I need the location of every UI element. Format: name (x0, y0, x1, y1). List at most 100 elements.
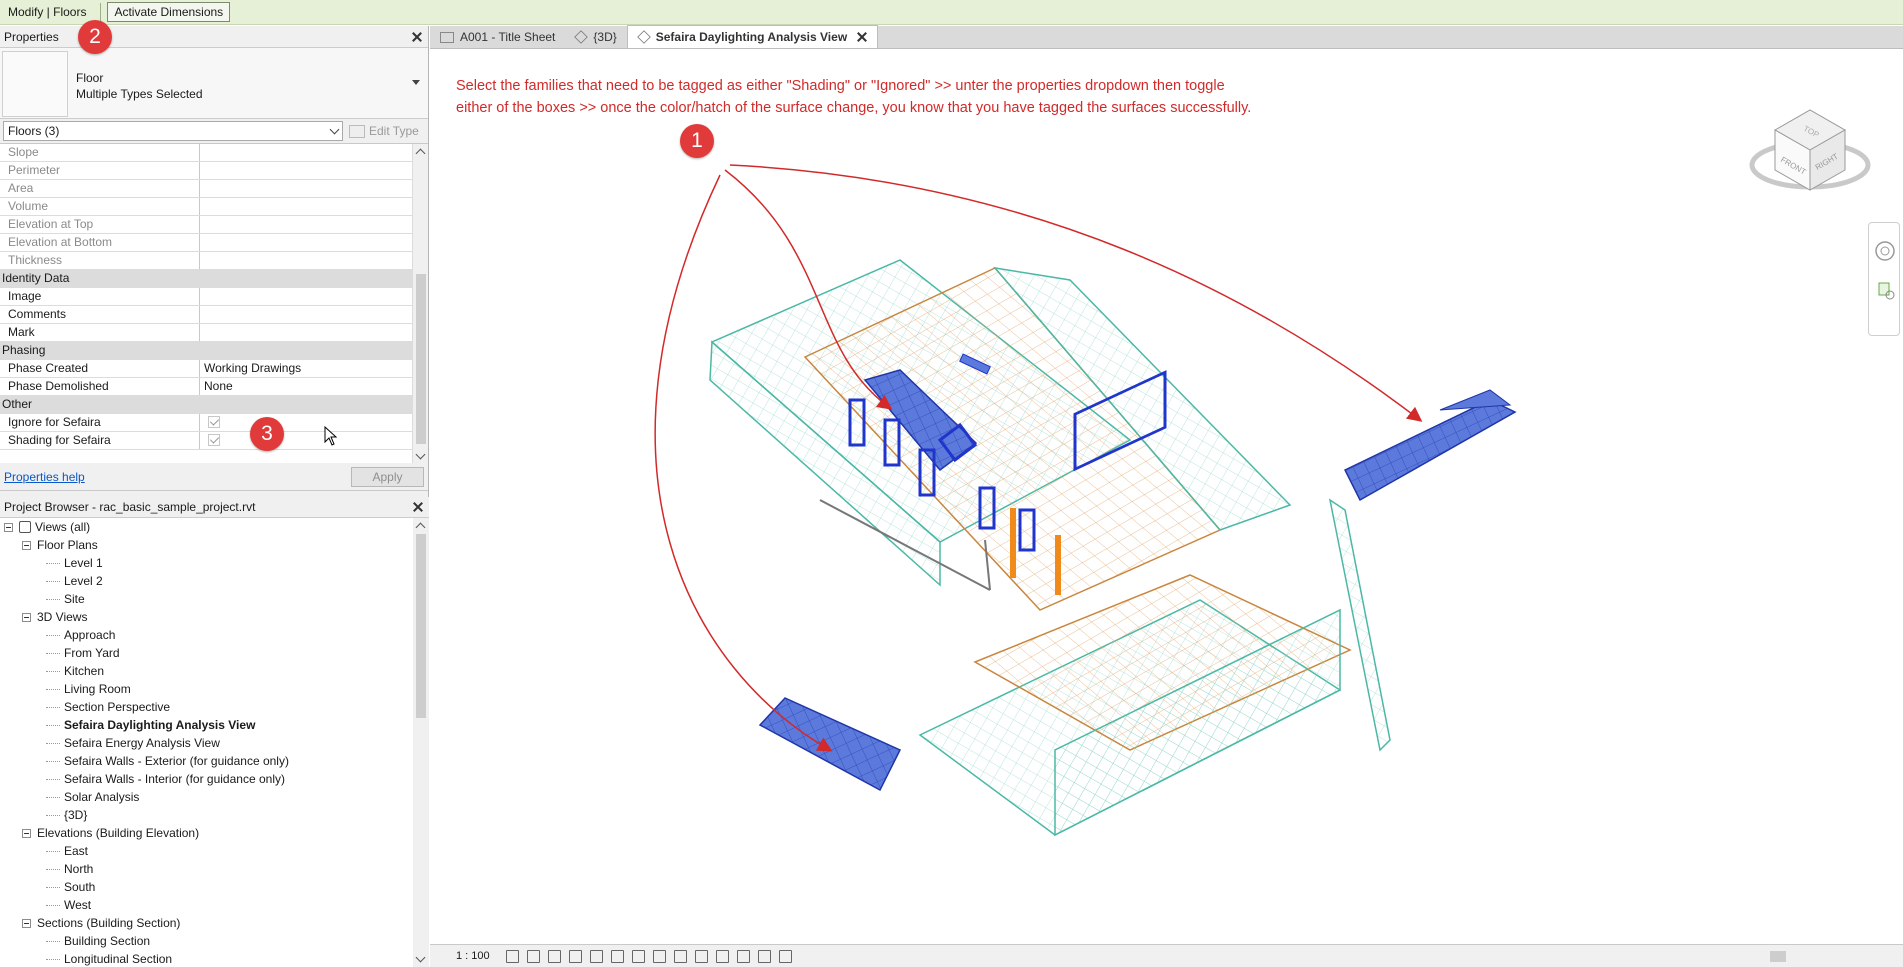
scroll-up-icon[interactable] (415, 522, 426, 533)
analysis-display-icon[interactable] (716, 949, 729, 963)
tree-item[interactable]: Sefaira Daylighting Analysis View (0, 716, 429, 734)
properties-scrollbar[interactable] (412, 144, 428, 463)
navigation-wheel-icon[interactable] (1869, 223, 1901, 337)
tree-item[interactable]: South (0, 878, 429, 896)
tree-item[interactable]: From Yard (0, 644, 429, 662)
close-icon[interactable] (411, 500, 425, 514)
property-value[interactable] (200, 162, 428, 179)
viewcube[interactable]: TOP FRONT RIGHT (1749, 109, 1871, 191)
horizontal-scrollbar[interactable] (1290, 951, 1890, 962)
property-row[interactable]: Elevation at Top (0, 216, 428, 234)
tab-title-sheet[interactable]: A001 - Title Sheet (430, 26, 565, 48)
property-row[interactable]: Mark (0, 324, 428, 342)
shading-for-sefaira-checkbox[interactable] (208, 434, 220, 446)
close-icon[interactable] (410, 30, 424, 44)
detail-level-icon[interactable] (506, 949, 519, 963)
render-icon[interactable] (590, 949, 603, 963)
chevron-down-icon[interactable] (412, 80, 420, 85)
tree-root[interactable]: Views (all) (0, 518, 429, 536)
tree-item[interactable]: {3D} (0, 806, 429, 824)
navigation-bar[interactable] (1868, 222, 1900, 336)
tree-group-views3d[interactable]: 3D Views (0, 608, 429, 626)
tree-item[interactable]: East (0, 842, 429, 860)
crop-view-icon[interactable] (611, 949, 624, 963)
visual-style-icon[interactable] (527, 949, 540, 963)
tree-item[interactable]: Sefaira Energy Analysis View (0, 734, 429, 752)
reveal-constraints-icon[interactable] (758, 949, 771, 963)
properties-help-link[interactable]: Properties help (4, 470, 85, 484)
property-row[interactable]: Slope (0, 144, 428, 162)
tab-sefaira-daylighting[interactable]: Sefaira Daylighting Analysis View (626, 25, 879, 48)
property-value[interactable] (200, 288, 428, 305)
reveal-hidden-icon[interactable] (674, 949, 687, 963)
property-row[interactable]: Area (0, 180, 428, 198)
drawing-canvas[interactable]: Select the families that need to be tagg… (430, 50, 1903, 943)
tab-3d[interactable]: {3D} (565, 26, 626, 48)
apply-button[interactable]: Apply (351, 466, 424, 487)
property-value[interactable]: None (200, 378, 428, 395)
scroll-up-icon[interactable] (415, 148, 426, 159)
scroll-down-icon[interactable] (415, 952, 426, 963)
collapse-icon[interactable] (22, 612, 31, 622)
tree-item[interactable]: Kitchen (0, 662, 429, 680)
tree-item[interactable]: Longitudinal Section (0, 950, 429, 967)
property-row[interactable]: Perimeter (0, 162, 428, 180)
tree-item[interactable]: Solar Analysis (0, 788, 429, 806)
property-row[interactable]: Phase Created Working Drawings (0, 360, 428, 378)
tree-item[interactable]: Living Room (0, 680, 429, 698)
tree-item[interactable]: West (0, 896, 429, 914)
tree-group-sections[interactable]: Sections (Building Section) (0, 914, 429, 932)
temporary-hide-icon[interactable] (653, 949, 666, 963)
tree-item[interactable]: Sefaira Walls - Interior (for guidance o… (0, 770, 429, 788)
tree-item[interactable]: Section Perspective (0, 698, 429, 716)
property-value[interactable] (200, 198, 428, 215)
lock-view-icon[interactable] (695, 949, 708, 963)
tree-item[interactable]: Building Section (0, 932, 429, 950)
ignore-for-sefaira-checkbox[interactable] (208, 416, 220, 428)
tree-item[interactable]: Level 2 (0, 572, 429, 590)
property-value[interactable] (200, 252, 428, 269)
category-phasing[interactable]: Phasing ⌃ (0, 342, 428, 360)
collapse-icon[interactable] (22, 828, 31, 838)
type-selector[interactable]: Floor Multiple Types Selected (0, 47, 428, 119)
collapse-icon[interactable] (4, 522, 13, 532)
collapse-icon[interactable] (22, 540, 31, 550)
tree-item[interactable]: Site (0, 590, 429, 608)
shadows-icon[interactable] (569, 949, 582, 963)
tree-item[interactable]: North (0, 860, 429, 878)
property-value[interactable] (200, 144, 428, 161)
show-crop-icon[interactable] (632, 949, 645, 963)
property-row[interactable]: Volume (0, 198, 428, 216)
property-row[interactable]: Image (0, 288, 428, 306)
property-value[interactable] (200, 180, 428, 197)
view-scale[interactable]: 1 : 100 (430, 950, 506, 962)
property-value[interactable] (200, 216, 428, 233)
tree-group-elevations[interactable]: Elevations (Building Elevation) (0, 824, 429, 842)
category-other[interactable]: Other ⌃ (0, 396, 428, 414)
scroll-down-icon[interactable] (415, 449, 426, 460)
collapse-icon[interactable] (22, 918, 31, 928)
property-row[interactable]: Phase Demolished None (0, 378, 428, 396)
property-row[interactable]: Comments (0, 306, 428, 324)
property-row[interactable]: Elevation at Bottom (0, 234, 428, 252)
tree-item[interactable]: Approach (0, 626, 429, 644)
sun-path-icon[interactable] (548, 949, 561, 963)
property-value[interactable] (200, 234, 428, 251)
tree-group-floor_plans[interactable]: Floor Plans (0, 536, 429, 554)
scroll-thumb[interactable] (1770, 951, 1786, 962)
tree-item[interactable]: Level 1 (0, 554, 429, 572)
property-row[interactable]: Thickness (0, 252, 428, 270)
property-value[interactable]: Working Drawings (200, 360, 428, 377)
scroll-thumb[interactable] (416, 274, 426, 444)
edit-type-button[interactable]: Edit Type (349, 124, 419, 138)
close-tab-icon[interactable] (857, 32, 867, 42)
highlight-displacement-icon[interactable] (737, 949, 750, 963)
activate-dimensions-button[interactable]: Activate Dimensions (107, 2, 231, 22)
tree-scrollbar[interactable] (413, 518, 429, 967)
element-filter-dropdown[interactable]: Floors (3) (3, 121, 343, 141)
property-value[interactable] (200, 324, 428, 341)
tree-item[interactable]: Sefaira Walls - Exterior (for guidance o… (0, 752, 429, 770)
property-value[interactable] (200, 306, 428, 323)
scroll-thumb[interactable] (416, 534, 426, 718)
worksharing-icon[interactable] (779, 949, 792, 963)
